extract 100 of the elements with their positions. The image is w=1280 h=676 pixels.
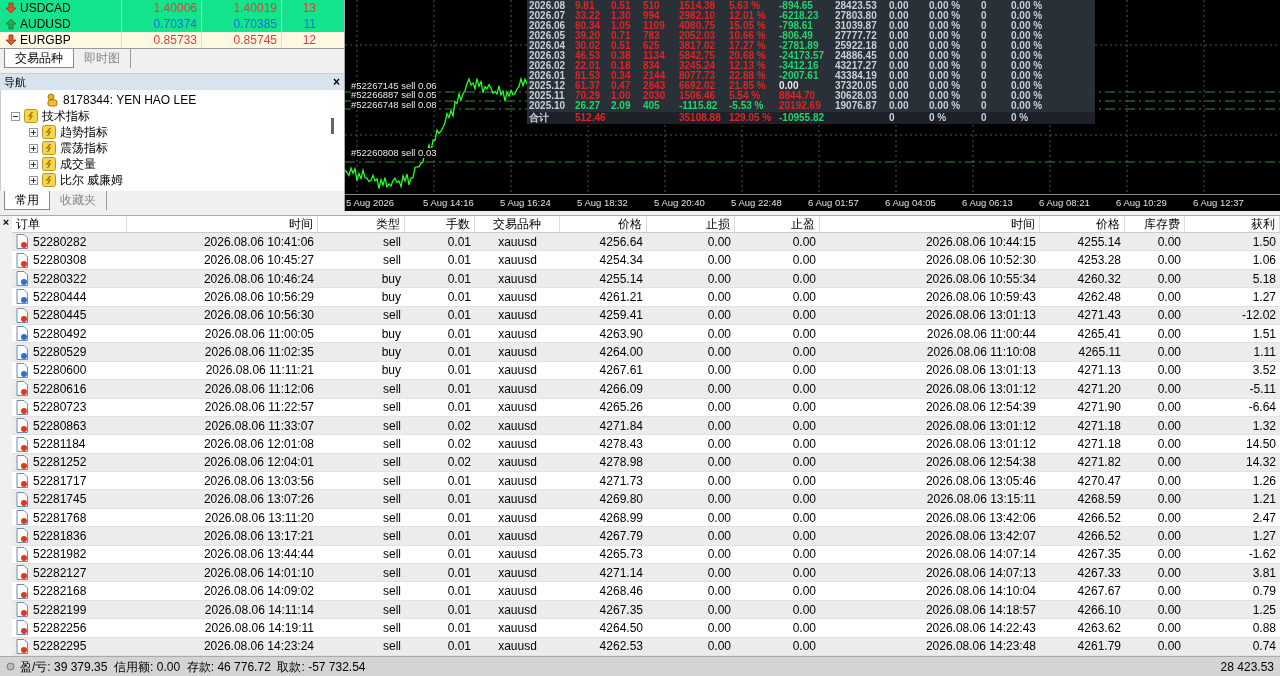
expand-icon[interactable] — [29, 143, 38, 153]
tree-item[interactable]: 震荡指标 — [60, 139, 108, 157]
column-header[interactable]: 时间 — [127, 216, 318, 232]
close-button[interactable]: × — [333, 76, 340, 88]
table-cell-text: 2026.08.06 10:46:24 — [203, 270, 314, 288]
table-cell-text: 2026.08.06 13:03:56 — [203, 472, 314, 490]
tree-item[interactable]: 成交量 — [60, 155, 96, 173]
axis-label: 5 Aug 18:32 — [576, 195, 629, 210]
close-button[interactable]: × — [2, 216, 10, 228]
table-cell-text: 4261.21 — [599, 288, 643, 306]
table-cell-text: 4261.79 — [1077, 638, 1121, 656]
table-cell-text: xauusd — [498, 288, 537, 306]
tab[interactable]: 交易品种 — [4, 49, 74, 68]
table-cell-text: xauusd — [498, 509, 537, 527]
stats-cell-text: 0.00 — [889, 81, 910, 91]
table-cell-text: 0.02 — [447, 454, 471, 472]
stats-cell-text: -10955.82 — [779, 113, 826, 123]
stats-cell-text: -894.65 — [779, 1, 814, 11]
stats-cell-text: 0.00 — [779, 81, 800, 91]
table-cell-text: sell — [383, 233, 401, 251]
stats-cell-text: 26.27 — [575, 101, 602, 111]
axis-label: 6 Aug 12:37 — [1192, 195, 1245, 210]
table-cell-text: 52281768 — [33, 509, 87, 527]
symbol-row[interactable]: EURGBP 0.85733 0.85745 12 — [0, 32, 344, 48]
expand-icon[interactable] — [29, 127, 38, 137]
table-cell-text: 0.02 — [447, 436, 471, 453]
panel-title: 导航 — [4, 74, 26, 90]
column-header[interactable]: 手数 — [405, 216, 475, 232]
table-cell-text: 4253.28 — [1077, 252, 1121, 270]
expand-icon[interactable] — [29, 175, 38, 185]
table-cell-text: xauusd — [498, 546, 537, 564]
table-cell-text: sell — [383, 509, 401, 527]
table-cell-text: 2026.08.06 10:44:15 — [925, 233, 1036, 251]
table-cell-text: 2026.08.06 11:10:08 — [926, 344, 1036, 362]
table-cell-text: 4270.47 — [1077, 472, 1121, 490]
table-cell-text: 52280600 — [33, 362, 87, 380]
table-cell-text: 14.32 — [1245, 454, 1276, 472]
column-header[interactable]: 订单 — [12, 216, 127, 232]
table-cell-text: 0.00 — [1157, 325, 1181, 343]
table-cell-text: sell — [383, 527, 401, 545]
table-cell-text: 2026.08.06 13:44:44 — [203, 546, 314, 564]
table-cell-text: 0.01 — [447, 638, 471, 656]
table-cell-text: 0.00 — [707, 527, 731, 545]
table-row[interactable]: 52282127 2026.08.06 14:01:10 sell 0.01 xauusd 4271.14 0.00 0.00 2026.08.06 14:07:13 4267.33 0.00 3.81 — [12, 564, 1280, 583]
column-header[interactable]: 止损 — [647, 216, 735, 232]
stats-cell-text: -1115.82 — [679, 101, 719, 111]
table-cell-text: xauusd — [498, 436, 537, 453]
table-cell-text: 0.00 — [707, 454, 731, 472]
stats-cell-text: 0.00 — [889, 11, 910, 21]
table-row[interactable]: 52280282 2026.08.06 10:41:06 sell 0.01 xauusd 4256.64 0.00 0.00 2026.08.06 10:44:15 4255.14 0.00 1.50 — [12, 233, 1280, 252]
table-cell-text: 52281184 — [33, 436, 86, 453]
table-cell-text: xauusd — [498, 252, 537, 270]
stats-cell-text: 0 — [981, 113, 988, 123]
table-cell-text: 0.00 — [707, 546, 731, 564]
expand-icon[interactable] — [29, 159, 38, 169]
column-header[interactable]: 时间 — [820, 216, 1040, 232]
table-cell-text: 0.01 — [447, 491, 471, 509]
collapse-icon[interactable] — [11, 111, 20, 121]
stats-cell-text: 0.00 % — [1011, 21, 1044, 31]
column-header[interactable]: 价格 — [1040, 216, 1125, 232]
stats-cell-text: 33.22 — [575, 11, 602, 21]
table-cell-text: 2026.08.06 11:00:05 — [204, 325, 314, 343]
tree-item[interactable]: 趋势指标 — [60, 123, 108, 141]
table-row[interactable]: 52280529 2026.08.06 11:02:35 buy 0.01 xauusd 4264.00 0.00 0.00 2026.08.06 11:10:08 4265.11 0.00 1.11 — [12, 343, 1280, 362]
column-header[interactable]: 止盈 — [735, 216, 820, 232]
symbol-row[interactable]: AUDUSD 0.70374 0.70385 11 — [0, 16, 344, 32]
stats-cell-text: 22.01 — [575, 61, 602, 71]
table-cell-text: 2026.08.06 14:19:11 — [204, 619, 314, 637]
table-row[interactable]: 52280616 2026.08.06 11:12:06 sell 0.01 xauusd 4266.09 0.00 0.00 2026.08.06 13:01:12 4271.20 0.00 -5.11 — [12, 380, 1280, 399]
table-cell-text: 0.00 — [792, 638, 816, 656]
indicator-folder-icon — [24, 109, 38, 123]
stats-cell-text: 0.00 % — [929, 31, 962, 41]
stats-cell-text: 2025.10 — [529, 101, 567, 111]
table-cell-text: 0.00 — [1157, 399, 1181, 417]
table-row[interactable]: 52281836 2026.08.06 13:17:21 sell 0.01 xauusd 4267.79 0.00 0.00 2026.08.06 13:42:07 4266.52 0.00 1.27 — [12, 527, 1280, 546]
table-row[interactable]: 52281745 2026.08.06 13:07:26 sell 0.01 xauusd 4269.80 0.00 0.00 2026.08.06 13:15:11 4268.59 0.00 1.21 — [12, 490, 1280, 509]
stats-cell-text: 0.51 — [611, 41, 632, 51]
column-header[interactable]: 价格 — [560, 216, 647, 232]
table-cell-text: 2026.08.06 13:01:12 — [925, 436, 1036, 453]
stats-cell-text: 2026.01 — [529, 71, 567, 81]
tab[interactable]: 常用 — [4, 191, 50, 210]
stats-cell-text: 5842.75 — [679, 51, 717, 61]
table-cell-text: 52282127 — [33, 564, 87, 582]
scrollbar-thumb[interactable] — [331, 118, 334, 134]
tree-item[interactable]: 技术指标 — [42, 107, 90, 125]
tree-item[interactable]: 比尔 威廉姆 — [60, 171, 124, 189]
table-cell-text: 2026.08.06 14:07:13 — [925, 564, 1036, 582]
tree-item[interactable]: 8178344: YEN HAO LEE — [63, 91, 197, 109]
column-header[interactable]: 获利 — [1185, 216, 1280, 232]
symbol-row[interactable]: USDCAD 1.40006 1.40019 13 — [0, 0, 344, 16]
symbol-name: USDCAD — [20, 0, 71, 17]
table-cell-text: 0.01 — [447, 344, 471, 362]
table-cell-text: 4254.34 — [599, 252, 643, 270]
table-cell-text: 2026.08.06 10:45:27 — [203, 252, 314, 270]
column-header[interactable]: 类型 — [318, 216, 405, 232]
column-header[interactable]: 交易品种 — [475, 216, 560, 232]
stats-cell-text: 2030 — [643, 91, 667, 101]
column-header[interactable]: 库存费 — [1125, 216, 1185, 232]
axis-label: 6 Aug 06:13 — [961, 195, 1014, 210]
stats-cell-text: 0.00 % — [1011, 81, 1044, 91]
